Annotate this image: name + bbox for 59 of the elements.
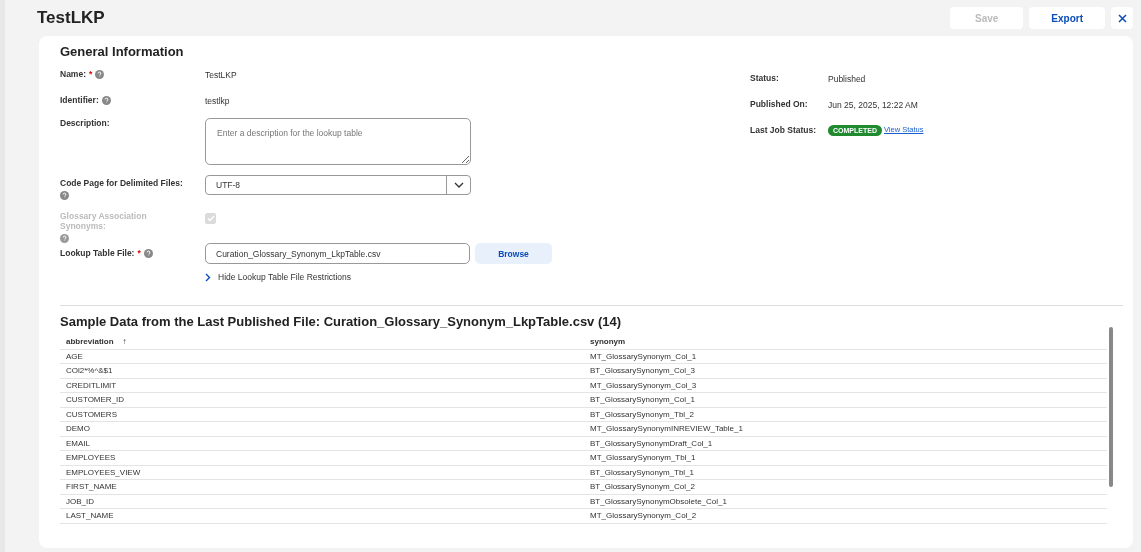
column-header[interactable]: synonym [584, 337, 1107, 347]
table-cell-text: EMPLOYEES_VIEW [65, 467, 142, 477]
table-cell-text: MT_GlossarySynonymINREVIEW_Table_1 [589, 424, 744, 434]
table-cell-text: LAST_NAME [65, 511, 115, 521]
table-cell-text: BT_GlossarySynonym_Tbl_1 [589, 467, 696, 477]
table-cell-text: MT_GlossarySynonym_Tbl_1 [589, 453, 697, 463]
status-label: Last Job Status: [750, 125, 818, 135]
table-cell-text: CUSTOMER_ID [65, 395, 126, 405]
table-cell-text: AGE [65, 351, 84, 361]
table-cell-text: DEMO [65, 424, 91, 434]
field-label: Description: [60, 118, 110, 128]
required-mark: * [89, 69, 93, 79]
help-icon[interactable] [95, 69, 105, 79]
scrollbar[interactable] [1109, 327, 1113, 487]
table-cell-text: BT_GlossarySynonym_Tbl_2 [589, 409, 696, 419]
export-button[interactable]: Export [1029, 7, 1105, 29]
page-title: TestLKP [37, 8, 106, 28]
table-cell-text: BT_GlossarySynonym_Col_1 [589, 395, 696, 405]
section-title: Sample Data from the Last Published File: Curation_Glossary_Synonym_LkpTable.csv (14) [60, 314, 623, 329]
status-label: Published On: [750, 99, 809, 109]
table-cell-text: MT_GlossarySynonym_Col_2 [589, 511, 698, 521]
field-value: TestLKP [205, 69, 237, 80]
status-label: Status: [750, 73, 780, 83]
status-value: Published [828, 73, 866, 84]
section-title: General Information [60, 44, 185, 59]
close-icon [1117, 13, 1127, 23]
table-cell-text: BT_GlossarySynonymDraft_Col_1 [589, 438, 714, 448]
close-button[interactable] [1111, 7, 1133, 29]
column-header[interactable]: abbreviation ↑ [60, 337, 584, 347]
field-label: Glossary Association Synonyms: [60, 211, 148, 231]
table-cell-text: BT_GlossarySynonymObsolete_Col_1 [589, 496, 728, 506]
table-cell-text: JOB_ID [65, 496, 95, 506]
field-label: Code Page for Delimited Files: [60, 178, 183, 188]
table-cell-text: MT_GlossarySynonym_Col_3 [589, 380, 698, 390]
field-label: Name: [60, 69, 86, 79]
description-field[interactable]: Enter a description for the lookup table [205, 118, 471, 165]
table-cell-text: EMAIL [65, 438, 91, 448]
restrictions-toggle[interactable]: Hide Lookup Table File Restrictions [205, 272, 352, 282]
help-icon[interactable] [101, 95, 111, 105]
table-cell-text: BT_GlossarySynonym_Col_2 [589, 482, 696, 492]
help-icon[interactable] [143, 248, 153, 258]
file-field[interactable]: Curation_Glossary_Synonym_LkpTable.csv [205, 243, 470, 264]
browse-button[interactable]: Browse [475, 243, 552, 264]
help-icon[interactable] [60, 191, 69, 200]
table-cell-text: BT_GlossarySynonym_Col_3 [589, 366, 696, 376]
code-page-select[interactable]: UTF-8 [205, 175, 471, 195]
chevron-down-icon [453, 182, 464, 188]
table-cell-text: EMPLOYEES [65, 453, 117, 463]
status-value: Jun 25, 2025, 12:22 AM [828, 99, 918, 110]
required-mark: * [137, 248, 141, 258]
table-cell-text: CREDITLIMIT [65, 380, 118, 390]
table-cell-text: MT_GlossarySynonym_Col_1 [589, 351, 698, 361]
table-cell-text: FIRST_NAME [65, 482, 118, 492]
field-label: Identifier: [60, 95, 99, 105]
table-cell-text: COl2*%^&$1 [65, 366, 114, 376]
field-label: Lookup Table File: [60, 248, 135, 258]
table-cell-text: CUSTOMERS [65, 409, 118, 419]
chevron-right-icon [205, 272, 211, 282]
field-value: testlkp [205, 95, 230, 106]
